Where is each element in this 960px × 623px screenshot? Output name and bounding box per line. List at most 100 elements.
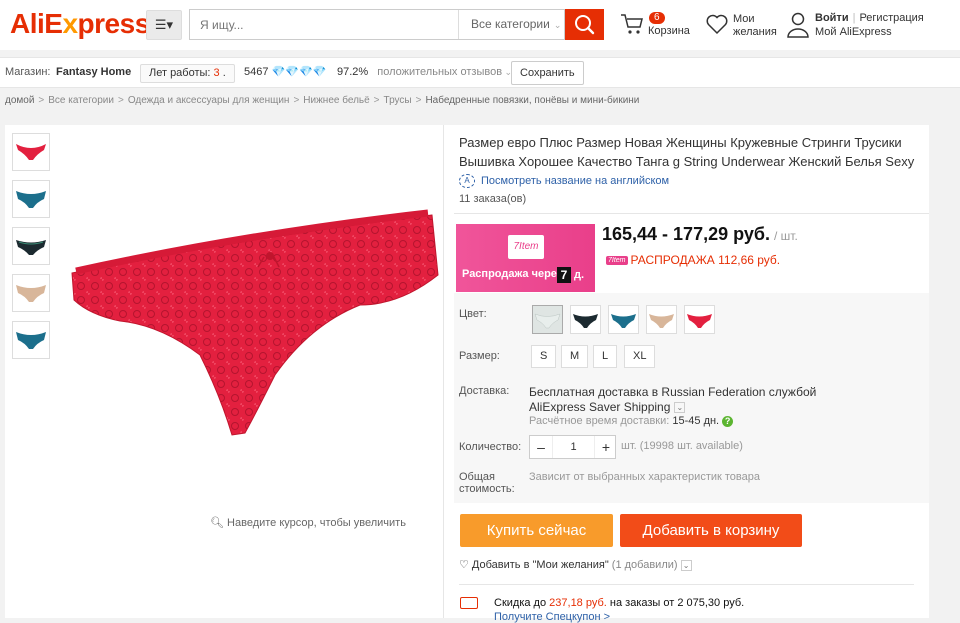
thumbnail-teal[interactable] (12, 180, 50, 218)
quantity-stepper: – 1 + (529, 435, 616, 459)
positive-feedback[interactable]: 97.2% положительных отзывов ⌄ (337, 58, 512, 87)
breadcrumb-current: Набедренные повязки, понёвы и мини-бикин… (425, 95, 640, 106)
breadcrumb-panties[interactable]: Трусы (384, 95, 412, 106)
top-header: AliExpress ☰▾ Все категории⌄ 6 Корзина М… (0, 0, 960, 50)
cart-count-badge: 6 (649, 12, 665, 24)
breadcrumb: домой > Все категории > Одежда и аксессуары … (5, 95, 640, 106)
product-photo (71, 209, 439, 436)
add-to-wishlist-link[interactable]: ♡ Добавить в "Мои желания" (1 добавили) ⌄ (459, 558, 692, 571)
thumbnail-image (16, 332, 46, 349)
my-aliexpress-link[interactable]: Мой AliExpress (815, 26, 892, 38)
translate-icon: A (459, 174, 475, 188)
delivery-time: Расчётное время доставки: 15-45 дн.? (529, 415, 734, 427)
zoom-hint: 🔍︎ Наведите курсор, чтобы увеличить (210, 517, 406, 529)
cart-label: Корзина (648, 25, 690, 37)
swatch-image (611, 314, 636, 328)
add-to-cart-button[interactable]: Добавить в корзину (620, 514, 802, 547)
product-info: Размер евро Плюс Размер Новая Женщины Кр… (454, 125, 929, 623)
translate-title-link[interactable]: A Посмотреть название на английском (459, 174, 669, 188)
save-store-button[interactable]: Сохранить (511, 61, 584, 85)
heart-icon (706, 14, 728, 35)
swatch-image (687, 314, 712, 328)
breadcrumb-women-clothing[interactable]: Одежда и аксессуары для женщин (128, 95, 290, 106)
swatch-image (534, 313, 561, 329)
shipping-text: Бесплатная доставка в Russian Federation… (529, 385, 817, 399)
thumbnail-teal-2[interactable] (12, 321, 50, 359)
search-input[interactable] (190, 10, 458, 39)
coupon-offer: Скидка до 237,18 руб. на заказы от 2 075… (494, 597, 745, 609)
search-bar: Все категории⌄ (189, 9, 565, 40)
sale-logo: 7Item (508, 235, 544, 259)
shipping-label: Доставка: (459, 385, 510, 397)
column-divider (443, 125, 444, 618)
categories-menu-button[interactable]: ☰▾ (146, 10, 182, 40)
thumbnail-black[interactable] (12, 227, 50, 265)
shipping-method-select[interactable]: AliExpress Saver Shipping ⌄ (529, 400, 686, 414)
breadcrumb-all-categories[interactable]: Все категории (48, 95, 114, 106)
color-swatch-white[interactable] (532, 305, 563, 334)
store-rating[interactable]: 5467 💎💎💎💎 (244, 58, 326, 87)
magnifier-icon: 🔍︎ (210, 517, 228, 529)
thumbnail-image (16, 240, 46, 255)
color-swatch-black[interactable] (570, 305, 601, 334)
breadcrumb-underwear[interactable]: Нижнее бельё (303, 95, 369, 106)
store-name-link[interactable]: Fantasy Home (56, 58, 131, 87)
chevron-down-icon: ⌄ (674, 402, 686, 414)
breadcrumb-home[interactable]: домой (5, 95, 34, 106)
search-icon (575, 15, 595, 35)
color-swatch-teal[interactable] (608, 305, 639, 334)
chevron-down-icon: ⌄ (680, 559, 692, 571)
size-option-s[interactable]: S (531, 345, 557, 368)
cart-icon (621, 14, 643, 34)
color-label: Цвет: (459, 308, 487, 320)
login-link[interactable]: Войти (815, 12, 849, 24)
price: 165,44 - 177,29 руб. / шт. (602, 224, 798, 244)
chevron-down-icon: ⌄ (553, 20, 562, 30)
main-product-image[interactable]: 🔍︎ Наведите курсор, чтобы увеличить (60, 125, 443, 618)
quantity-available: шт. (19998 шт. available) (621, 440, 743, 452)
coupon-icon (460, 597, 478, 609)
total-label: Общая стоимость: (459, 471, 515, 495)
aliexpress-logo[interactable]: AliExpress (10, 8, 150, 40)
quantity-label: Количество: (459, 441, 522, 453)
diamond-icon: 💎💎💎💎 (271, 66, 327, 78)
size-option-l[interactable]: L (593, 345, 618, 368)
total-value: Зависит от выбранных характеристик товар… (529, 471, 760, 483)
sale-tag-icon: 7Item (606, 256, 628, 266)
divider (454, 213, 929, 214)
quantity-decrease-button[interactable]: – (530, 436, 552, 458)
wishlist-label: Мои желания (733, 13, 777, 38)
register-link[interactable]: Регистрация (859, 12, 923, 24)
swatch-image (573, 314, 598, 328)
size-option-xl[interactable]: XL (624, 345, 656, 368)
buy-now-button[interactable]: Купить сейчас (460, 514, 613, 547)
cart-link[interactable]: 6 Корзина (620, 12, 690, 39)
store-bar: Магазин: Fantasy Home Лет работы: 3 . 54… (0, 57, 960, 88)
thumbnail-image (16, 285, 46, 302)
size-label: Размер: (459, 350, 500, 362)
product-title: Размер евро Плюс Размер Новая Женщины Кр… (459, 135, 915, 169)
size-option-m[interactable]: M (561, 345, 589, 368)
orders-count: 11 заказа(ов) (459, 193, 527, 205)
get-coupon-link[interactable]: Получите Спецкупон > (494, 611, 610, 623)
color-swatch-red[interactable] (684, 305, 715, 334)
search-button[interactable] (565, 9, 604, 40)
user-icon (787, 12, 809, 38)
heart-plus-icon: ♡ (459, 559, 472, 571)
divider (459, 584, 914, 585)
hamburger-icon: ☰▾ (154, 17, 174, 32)
quantity-increase-button[interactable]: + (595, 436, 617, 458)
wishlist-link[interactable]: Мои желания (705, 12, 777, 39)
thumbnail-red[interactable] (12, 133, 50, 171)
store-years-chip: Лет работы: 3 . (140, 64, 235, 83)
quantity-input[interactable]: 1 (552, 436, 595, 458)
help-icon[interactable]: ? (722, 415, 734, 427)
sale-price: 7Item РАСПРОДАЖА 112,66 руб. (606, 253, 781, 267)
product-panel: 🔍︎ Наведите курсор, чтобы увеличить Разм… (5, 125, 929, 623)
color-swatch-nude[interactable] (646, 305, 677, 334)
options-panel: Цвет: Размер: S M L XL Доставка: Бесплат… (454, 293, 929, 503)
thumbnail-image (16, 191, 46, 208)
thumbnail-nude[interactable] (12, 274, 50, 312)
sale-countdown-banner[interactable]: 7Item Распродажа через 7 д. (456, 224, 595, 292)
category-select[interactable]: Все категории ⌄ (458, 10, 566, 39)
